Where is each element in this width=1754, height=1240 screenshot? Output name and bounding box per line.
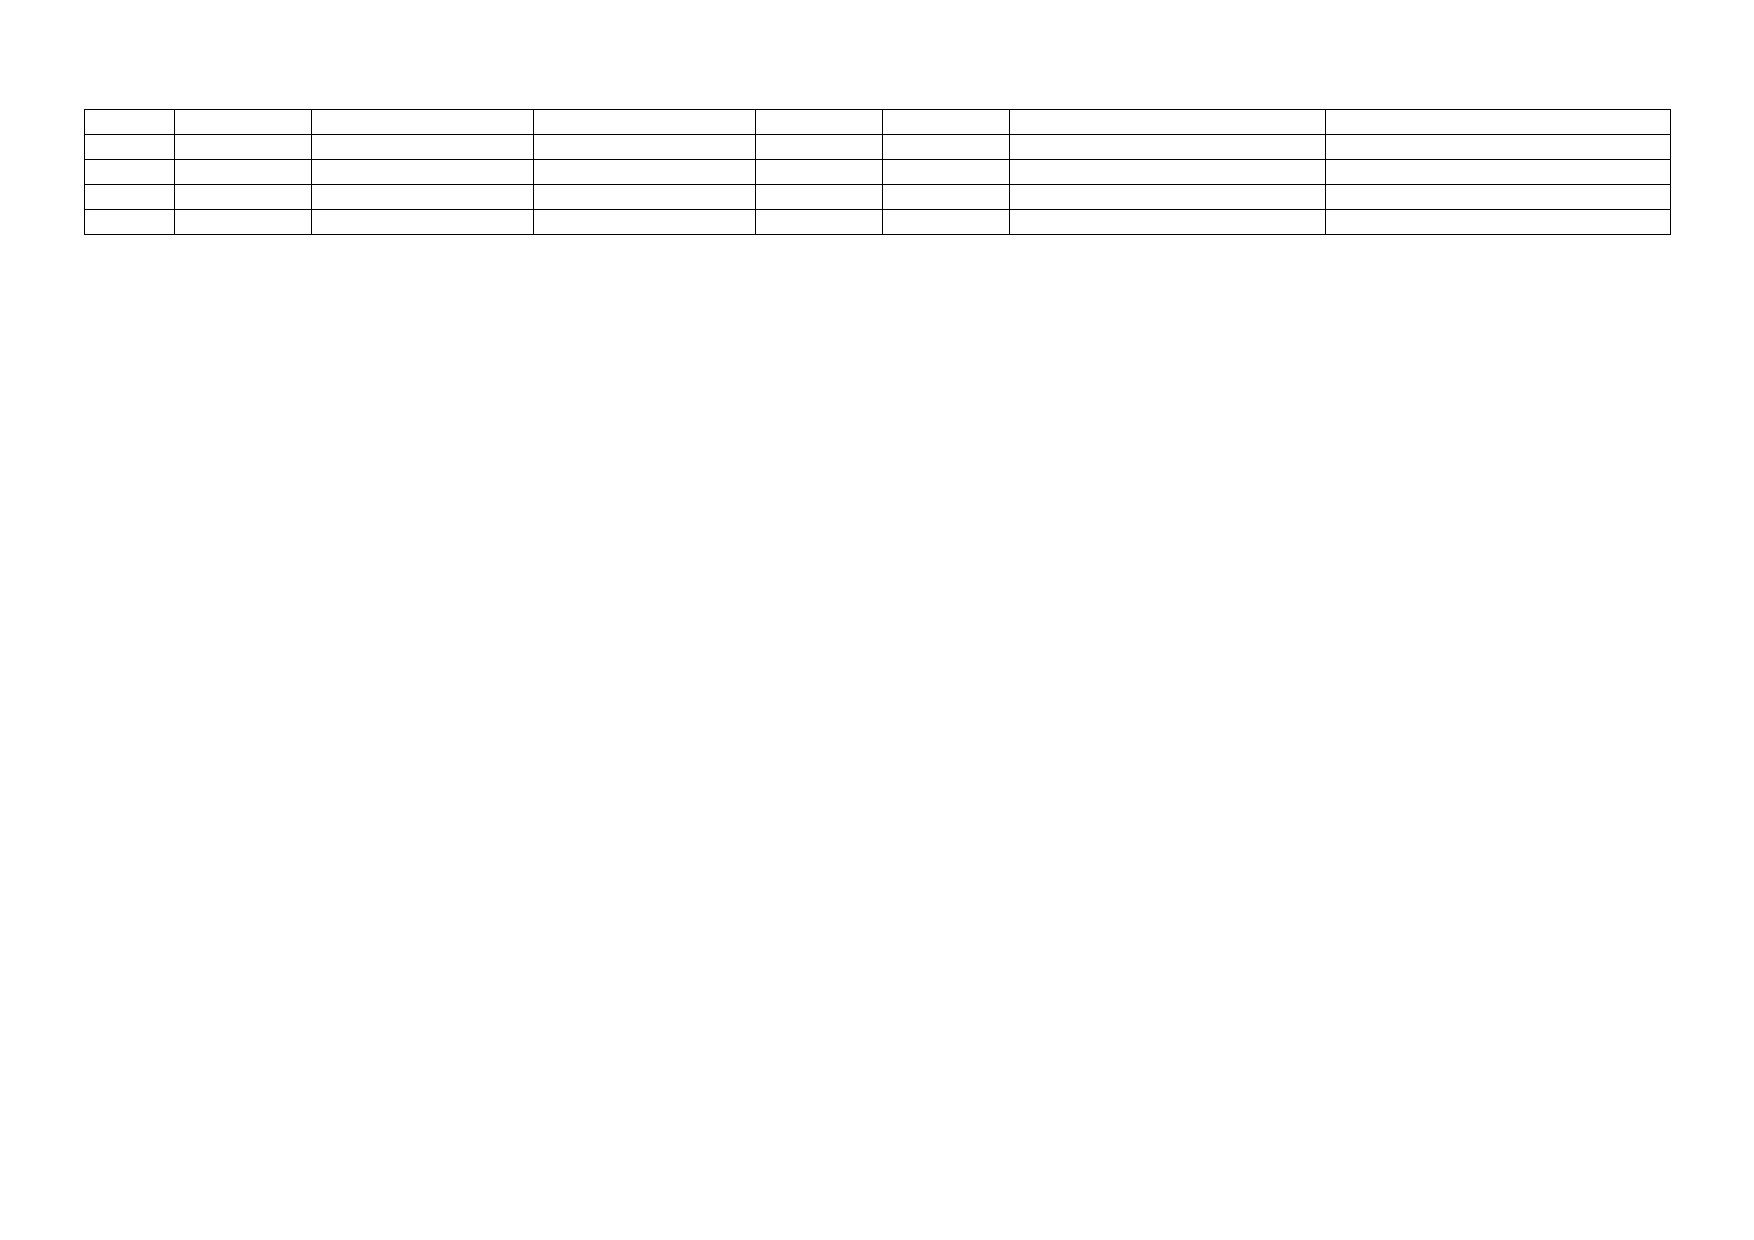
table-cell (85, 210, 175, 235)
table-cell (312, 185, 534, 210)
table-cell (312, 160, 534, 185)
table-cell (883, 110, 1010, 135)
table-cell (1326, 135, 1671, 160)
table-row (85, 135, 1671, 160)
table-cell (756, 210, 883, 235)
table-cell (756, 135, 883, 160)
table-cell (312, 135, 534, 160)
table-cell (534, 160, 756, 185)
table-row (85, 210, 1671, 235)
table-row (85, 160, 1671, 185)
table-cell (175, 160, 312, 185)
table-cell (175, 135, 312, 160)
table-cell (85, 160, 175, 185)
table-cell (534, 210, 756, 235)
table-cell (883, 185, 1010, 210)
table-cell (175, 110, 312, 135)
table-cell (312, 210, 534, 235)
table-cell (883, 135, 1010, 160)
table-cell (534, 185, 756, 210)
table-cell (756, 160, 883, 185)
table-row (85, 110, 1671, 135)
table-cell (883, 160, 1010, 185)
table-cell (883, 210, 1010, 235)
table-cell (756, 185, 883, 210)
table-container (84, 109, 1670, 235)
table-cell (534, 110, 756, 135)
table-cell (756, 110, 883, 135)
table-cell (1326, 160, 1671, 185)
table-cell (312, 110, 534, 135)
table-cell (1010, 135, 1326, 160)
table-cell (85, 135, 175, 160)
table-row (85, 185, 1671, 210)
table-cell (1326, 185, 1671, 210)
table-cell (534, 135, 756, 160)
data-table (84, 109, 1671, 235)
table-cell (85, 110, 175, 135)
table-cell (175, 185, 312, 210)
table-cell (1010, 160, 1326, 185)
table-cell (1010, 110, 1326, 135)
table-cell (1326, 110, 1671, 135)
table-cell (1326, 210, 1671, 235)
table-cell (1010, 210, 1326, 235)
table-cell (175, 210, 312, 235)
table-cell (85, 185, 175, 210)
table-cell (1010, 185, 1326, 210)
